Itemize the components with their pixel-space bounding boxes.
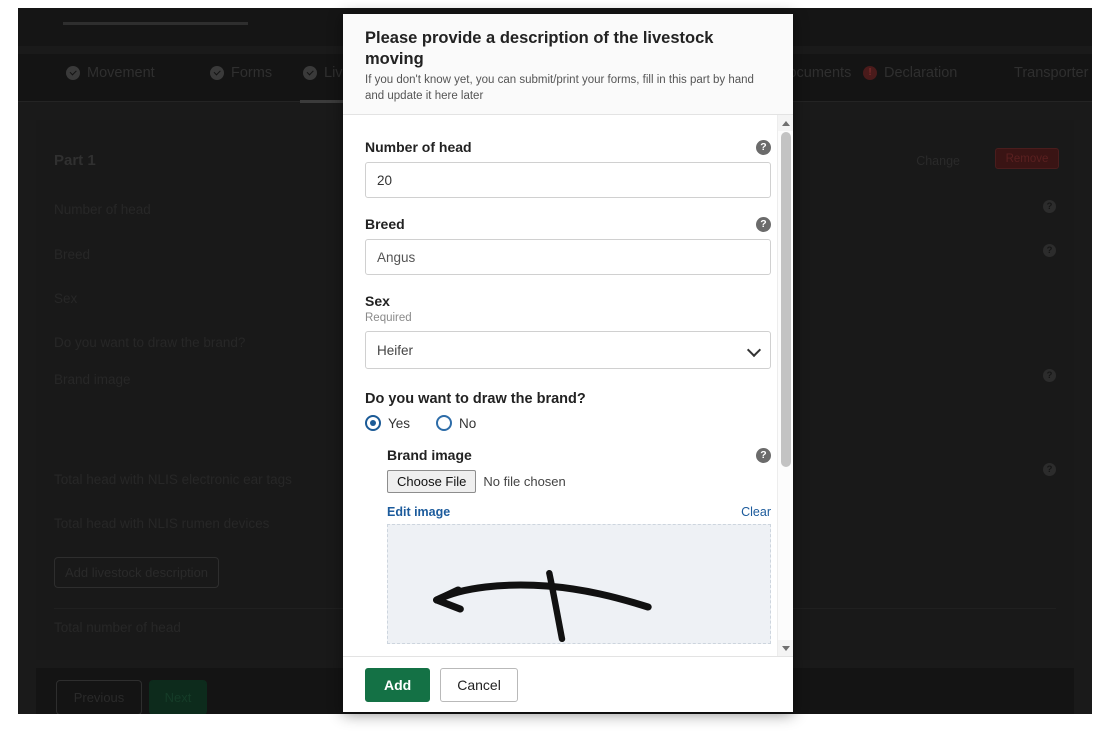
remove-button[interactable]: Remove [995,148,1059,169]
livestock-description-modal: Please provide a description of the live… [343,14,793,712]
draw-brand-radio-group: Yes No [365,415,771,432]
radio-unselected-icon [436,415,453,432]
modal-subtitle: If you don't know yet, you can submit/pr… [365,74,754,102]
modal-footer: Add Cancel [343,656,793,712]
scroll-down-button[interactable] [778,640,793,656]
sex-required-text: Required [365,312,412,325]
radio-option-no[interactable]: No [436,415,477,432]
tab-movement[interactable]: Movement [66,65,155,81]
modal-body: Number of head ? Breed ? Sex Required He… [343,115,793,656]
row-brand-image: Brand image [54,372,131,387]
radio-label-no: No [459,415,477,431]
breed-input[interactable] [365,239,771,276]
help-icon-number-of-head[interactable]: ? [1043,200,1056,213]
scroll-up-icon [782,120,790,126]
check-circle-icon [66,66,80,80]
row-nlis-ear-tags: Total head with NLIS electronic ear tags [54,472,292,487]
part-title: Part 1 [54,152,96,169]
tab-label: Transporter [1014,65,1089,81]
number-of-head-label: Number of head [365,139,472,156]
field-breed: Breed ? [365,216,771,276]
row-nlis-rumen: Total head with NLIS rumen devices [54,516,270,531]
row-breed: Breed [54,247,91,262]
modal-title: Please provide a description of the live… [365,29,714,68]
tab-label: Forms [231,65,273,81]
row-total-number-of-head: Total number of head [54,620,181,635]
no-file-chosen-text: No file chosen [483,474,566,490]
radio-option-yes[interactable]: Yes [365,415,411,432]
draw-brand-question: Do you want to draw the brand? [365,391,586,408]
brand-image-file-row: Choose File No file chosen [387,470,771,494]
choose-file-button[interactable]: Choose File [387,470,477,494]
previous-button[interactable]: Previous [56,680,142,714]
brand-image-block: Brand image ? Choose File No file chosen… [387,447,771,645]
sex-select-wrapper: Heifer [365,331,771,370]
modal-scrollbar[interactable] [777,115,793,656]
modal-header: Please provide a description of the live… [343,14,793,116]
screen-root: Movement Forms Livestock description Doc… [0,0,1110,731]
brand-drawing-canvas[interactable] [387,524,771,645]
edit-image-link[interactable]: Edit image [387,505,450,519]
clear-link[interactable]: Clear [741,505,771,519]
check-circle-icon [210,66,224,80]
help-icon-breed[interactable]: ? [1043,244,1056,257]
change-link[interactable]: Change [916,154,960,168]
scroll-down-icon [782,645,790,651]
cancel-button[interactable]: Cancel [440,667,518,702]
field-sex: Sex Required Heifer [365,293,771,370]
radio-selected-icon [365,415,381,432]
help-icon-nlis-ear-tags[interactable]: ? [1043,463,1056,476]
topbar-logo-placeholder [63,22,248,25]
sex-label: Sex [365,293,390,310]
number-of-head-input[interactable] [365,162,771,199]
help-icon-brand-image[interactable]: ? [1043,369,1056,382]
scroll-up-button[interactable] [778,115,793,132]
breed-label: Breed [365,216,405,233]
radio-label-yes: Yes [388,415,411,431]
tab-forms[interactable]: Forms [210,65,272,81]
add-button[interactable]: Add [365,667,431,702]
error-circle-icon [863,66,877,80]
brand-image-label: Brand image [387,447,472,464]
tab-label: Declaration [884,65,958,81]
tab-transporter[interactable]: Transporter [1014,65,1088,81]
row-number-of-head: Number of head [54,202,151,217]
check-circle-icon [303,66,317,80]
scrollbar-thumb[interactable] [781,132,791,468]
brand-drawing-stroke [433,570,652,643]
tab-declaration[interactable]: Declaration [863,65,957,81]
sex-select[interactable]: Heifer [365,331,771,370]
row-sex: Sex [54,291,78,306]
tab-label: Movement [87,65,155,81]
brand-image-links: Edit image Clear [387,505,771,519]
add-livestock-description-button[interactable]: Add livestock description [54,557,219,588]
field-number-of-head: Number of head ? [365,139,771,199]
row-draw-brand: Do you want to draw the brand? [54,335,246,350]
next-button[interactable]: Next [149,680,207,714]
